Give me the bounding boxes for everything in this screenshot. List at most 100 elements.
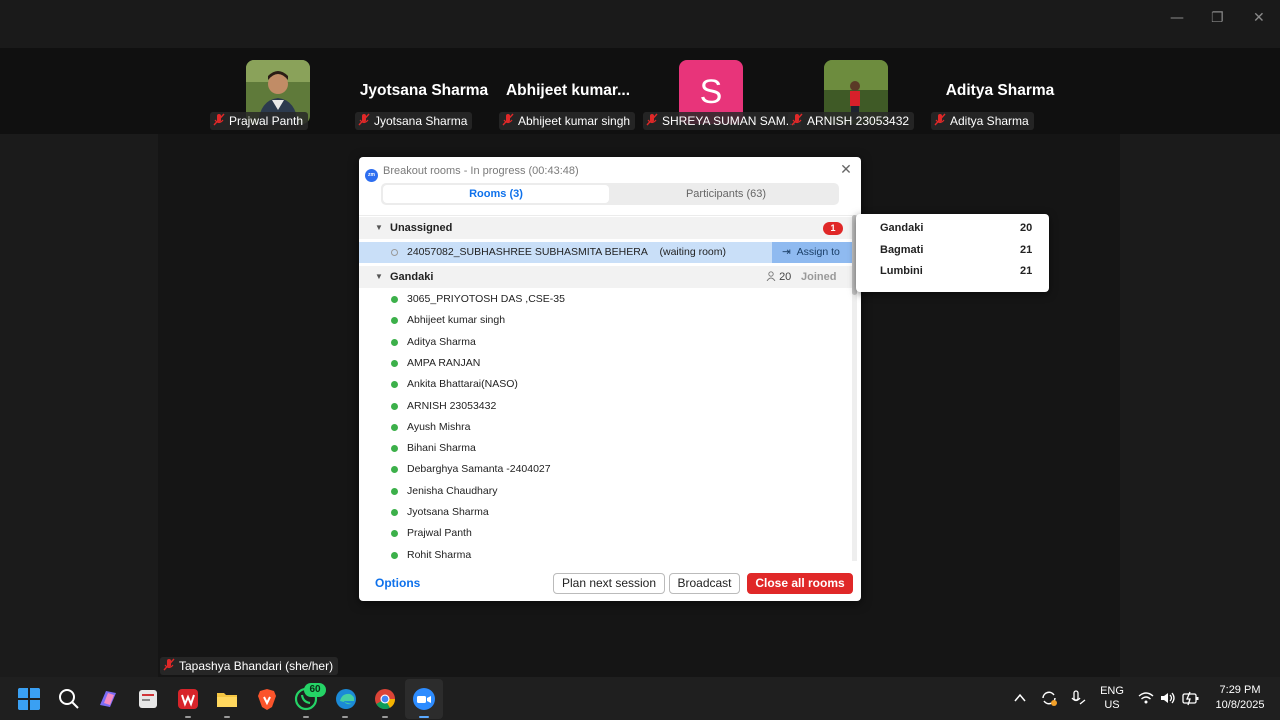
- whatsapp-unread-badge: 60: [304, 683, 326, 697]
- close-icon[interactable]: ✕: [839, 162, 853, 176]
- close-window-button[interactable]: ✕: [1253, 10, 1265, 26]
- copilot-icon[interactable]: [96, 687, 120, 711]
- breakout-rooms-dialog: zm Breakout rooms - In progress (00:43:48…: [359, 157, 861, 601]
- zoom-logo-icon: zm: [365, 169, 378, 182]
- broadcast-button[interactable]: Broadcast: [669, 573, 740, 594]
- room-member-row[interactable]: AMPA RANJAN: [359, 353, 852, 374]
- snipping-tool-icon[interactable]: [136, 687, 160, 711]
- participant-tile[interactable]: S SHREYA SUMAN SAM...: [641, 48, 801, 134]
- member-name: Rohit Sharma: [407, 548, 472, 561]
- online-dot-icon: [391, 359, 398, 367]
- running-indicator: [185, 716, 191, 718]
- member-name: Prajwal Panth: [407, 527, 472, 540]
- menu-item-room[interactable]: Bagmati 21: [856, 240, 1049, 261]
- participant-name: SHREYA SUMAN SAM...: [662, 114, 796, 128]
- close-all-rooms-button[interactable]: Close all rooms: [747, 573, 853, 594]
- online-dot-icon: [391, 296, 398, 303]
- room-count: 20: [766, 266, 791, 288]
- status-dot-icon: [391, 249, 398, 256]
- mic-muted-icon: [502, 113, 514, 126]
- wps-office-icon[interactable]: [176, 687, 200, 711]
- member-name: Bihani Sharma: [407, 442, 476, 455]
- room-member-row[interactable]: Ankita Bhattarai(NASO): [359, 374, 852, 395]
- plan-next-session-button[interactable]: Plan next session: [553, 573, 665, 594]
- room-member-row[interactable]: Ayush Mishra: [359, 417, 852, 438]
- window-titlebar: — ❐ ✕: [0, 0, 1280, 48]
- online-dot-icon: [391, 509, 398, 516]
- room-member-row[interactable]: Prajwal Panth: [359, 523, 852, 544]
- online-dot-icon: [391, 381, 398, 389]
- language-indicator[interactable]: ENG US: [1097, 685, 1127, 711]
- participant-display-name: Aditya Sharma: [945, 82, 1055, 99]
- room-member-row[interactable]: Debarghya Samanta -2404027: [359, 459, 852, 480]
- mic-muted-icon: [163, 658, 175, 671]
- running-indicator: [382, 716, 388, 718]
- wifi-icon[interactable]: [1138, 691, 1154, 705]
- speaker-icon[interactable]: [1160, 691, 1176, 705]
- room-member-row[interactable]: Jenisha Chaudhary: [359, 481, 852, 502]
- participant-name-tag: ARNISH 23053432: [788, 112, 915, 130]
- participant-tile[interactable]: Abhijeet kumar... Abhijeet kumar singh: [497, 48, 639, 134]
- online-dot-icon: [391, 445, 398, 453]
- participant-name-tag: Aditya Sharma: [931, 112, 1034, 130]
- mic-muted-icon: [791, 113, 803, 126]
- mic-muted-icon: [934, 113, 946, 126]
- file-explorer-icon[interactable]: [215, 687, 239, 711]
- participant-tile[interactable]: ARNISH 23053432: [786, 48, 928, 134]
- taskbar: 60 ENG US 7:29 PM 10/8/2025: [0, 677, 1280, 720]
- room-member-row[interactable]: 3065_PRIYOTOSH DAS ,CSE-35: [359, 289, 852, 310]
- participant-display-name: Jyotsana Sharma: [359, 82, 489, 99]
- battery-charging-icon[interactable]: [1182, 690, 1200, 706]
- edge-browser-icon[interactable]: [334, 687, 358, 711]
- online-dot-icon: [391, 551, 398, 559]
- member-name: ARNISH 23053432: [407, 399, 497, 412]
- search-icon[interactable]: [57, 687, 81, 711]
- member-name: Abhijeet kumar singh: [407, 314, 506, 327]
- chrome-icon[interactable]: [373, 687, 397, 711]
- menu-item-room[interactable]: Gandaki 20: [856, 218, 1049, 239]
- member-name: Ayush Mishra: [407, 420, 471, 433]
- running-indicator: [303, 716, 309, 718]
- clock[interactable]: 7:29 PM 10/8/2025: [1208, 684, 1272, 711]
- room-member-row[interactable]: ARNISH 23053432: [359, 396, 852, 417]
- restore-button[interactable]: ❐: [1211, 10, 1224, 26]
- participant-name: ARNISH 23053432: [807, 114, 910, 128]
- participant-name: Aditya Sharma: [950, 114, 1029, 128]
- participant-tile[interactable]: Jyotsana Sharma Jyotsana Sharma: [353, 48, 495, 134]
- sync-icon[interactable]: [1040, 689, 1058, 707]
- unassigned-section-header[interactable]: ▼ Unassigned 1: [359, 217, 852, 239]
- room-member-row[interactable]: Bihani Sharma: [359, 438, 852, 459]
- mic-muted-icon: [358, 113, 370, 126]
- room-member-row[interactable]: Rohit Sharma: [359, 545, 852, 561]
- room-member-row[interactable]: Aditya Sharma: [359, 332, 852, 353]
- room-section-header[interactable]: ▼ Gandaki 20 Joined: [359, 266, 852, 288]
- unassigned-participant-row[interactable]: 24057082_SUBHASHREE SUBHASMITA BEHERA (w…: [359, 242, 852, 263]
- options-link[interactable]: Options: [375, 576, 420, 590]
- speaker-name: Tapashya Bhandari (she/her): [179, 659, 334, 673]
- mic-in-use-icon[interactable]: [1068, 689, 1086, 707]
- tab-bar: Rooms (3) Participants (63): [381, 183, 839, 205]
- tab-rooms[interactable]: Rooms (3): [383, 185, 609, 203]
- member-name: Jenisha Chaudhary: [407, 484, 498, 497]
- assign-to-button[interactable]: ⇥ Assign to: [772, 242, 852, 263]
- online-dot-icon: [391, 402, 398, 410]
- chevron-up-icon[interactable]: [1014, 693, 1026, 703]
- online-dot-icon: [391, 530, 398, 538]
- windows-start-icon[interactable]: [17, 687, 41, 711]
- room-member-row[interactable]: Jyotsana Sharma: [359, 502, 852, 523]
- room-name: Gandaki: [390, 271, 434, 283]
- online-dot-icon: [391, 338, 398, 346]
- rooms-list[interactable]: ▼ Unassigned 1 24057082_SUBHASHREE SUBHA…: [359, 215, 852, 561]
- tab-participants[interactable]: Participants (63): [613, 185, 839, 203]
- participant-name-tag: Prajwal Panth: [210, 112, 309, 130]
- minimize-button[interactable]: —: [1170, 10, 1184, 26]
- room-status: Joined: [801, 271, 837, 283]
- participant-tile[interactable]: Prajwal Panth: [208, 48, 350, 134]
- member-name: 3065_PRIYOTOSH DAS ,CSE-35: [407, 293, 565, 305]
- running-indicator: [342, 716, 348, 718]
- participant-tile[interactable]: Aditya Sharma Aditya Sharma: [929, 48, 1071, 134]
- brave-browser-icon[interactable]: [255, 687, 279, 711]
- zoom-app-icon[interactable]: [412, 687, 436, 711]
- menu-item-room[interactable]: Lumbini 21: [856, 261, 1049, 282]
- room-member-row[interactable]: Abhijeet kumar singh: [359, 310, 852, 331]
